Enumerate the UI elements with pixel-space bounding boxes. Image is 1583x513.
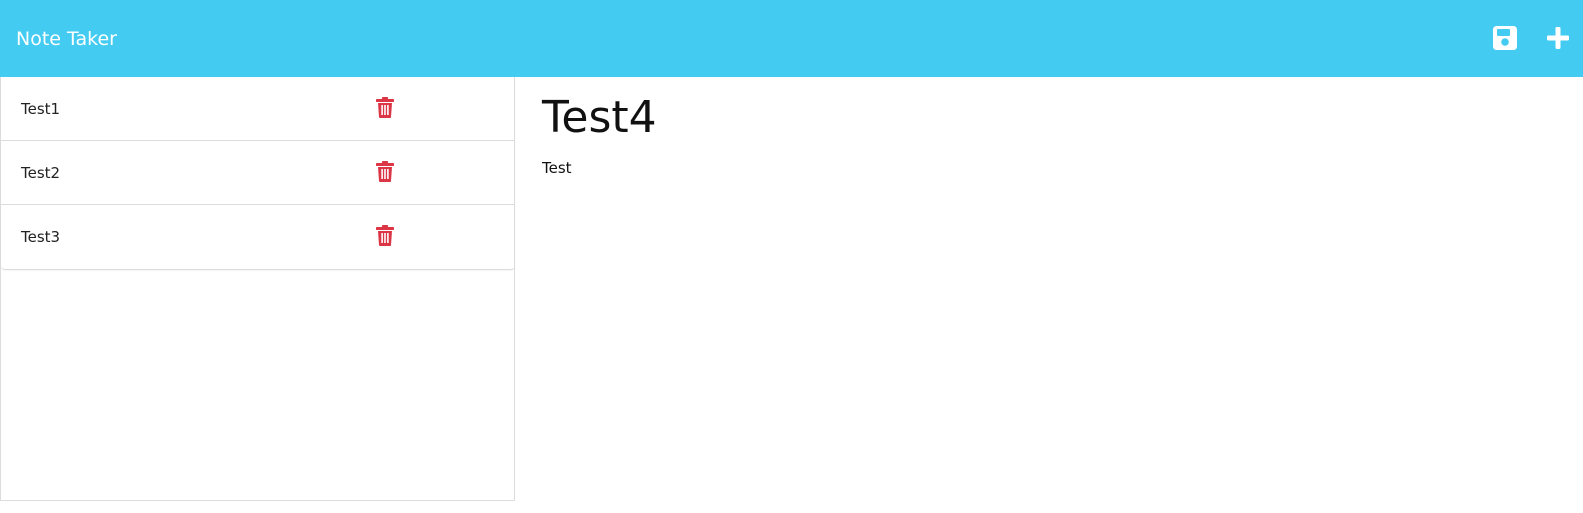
note-list: Test1 Test2 Test3 xyxy=(1,77,515,270)
new-note-button[interactable] xyxy=(1546,25,1570,51)
list-item[interactable]: Test3 xyxy=(1,205,515,269)
note-title[interactable]: Test2 xyxy=(21,163,60,183)
trash-icon[interactable] xyxy=(376,161,394,182)
plus-icon xyxy=(1547,27,1569,49)
list-item[interactable]: Test2 xyxy=(1,141,515,205)
note-title-input[interactable]: Test4 xyxy=(542,91,657,145)
note-editor: Test4 Test xyxy=(515,77,1583,501)
note-title[interactable]: Test3 xyxy=(21,227,60,247)
navbar: Note Taker xyxy=(0,0,1583,77)
brand-title[interactable]: Note Taker xyxy=(16,26,117,52)
save-icon xyxy=(1493,26,1517,50)
note-text-input[interactable]: Test xyxy=(542,158,572,178)
list-item[interactable]: Test1 xyxy=(1,77,515,141)
note-title[interactable]: Test1 xyxy=(21,99,60,119)
trash-icon[interactable] xyxy=(376,225,394,246)
save-note-button[interactable] xyxy=(1492,25,1518,51)
trash-icon[interactable] xyxy=(376,97,394,118)
notes-sidebar: Test1 Test2 Test3 xyxy=(0,77,515,501)
